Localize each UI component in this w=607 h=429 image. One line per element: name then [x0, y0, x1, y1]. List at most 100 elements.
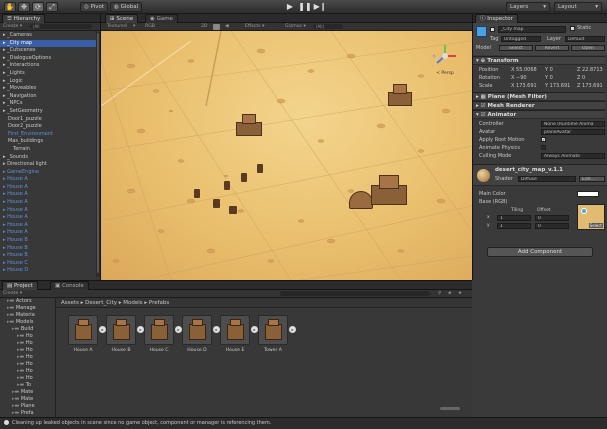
hierarchy-scrollbar[interactable] — [96, 32, 100, 277]
folder-item[interactable]: ▸▬ Ho — [0, 333, 55, 340]
prefab-asset[interactable]: ▸ House D — [182, 315, 220, 353]
hierarchy-item[interactable]: ▸ _City map — [0, 39, 100, 48]
hierarchy-item[interactable]: ▸ House B — [0, 245, 100, 253]
folder-item[interactable]: ▸▬ Mate — [0, 389, 55, 396]
filter-type-icon[interactable]: ⚲ — [438, 290, 441, 297]
hierarchy-item[interactable]: ▸ GameEngine — [0, 169, 100, 177]
pillar[interactable] — [257, 164, 263, 173]
transform-header[interactable]: ▾ ⊕ Transform — [473, 56, 605, 65]
model-revert-button[interactable]: Revert — [535, 45, 569, 51]
pillar[interactable] — [224, 181, 230, 190]
folder-item[interactable]: ▸▬ Ho — [0, 368, 55, 375]
hierarchy-item[interactable]: ▸ _Interactions — [0, 62, 100, 70]
pillar[interactable] — [229, 206, 237, 214]
expand-prefab-icon[interactable]: ▸ — [213, 326, 220, 333]
rotation-y[interactable]: Y 0 — [545, 74, 553, 82]
pillar[interactable] — [213, 199, 220, 208]
prefab-asset[interactable]: ▸ House E — [220, 315, 258, 353]
lighting-toggle-icon[interactable] — [213, 24, 220, 30]
breadcrumb[interactable]: Assets ▸ Desert_City ▸ Models ▸ Prefabs — [56, 298, 472, 308]
folder-item[interactable]: ▸▬ Models — [0, 319, 55, 326]
folder-item[interactable]: ▸▬ Mate — [0, 396, 55, 403]
favorite-star-icon[interactable]: ★ — [458, 290, 462, 297]
material-header[interactable]: desert_city_map_v.1.1 Shader Diffuse Edi… — [473, 164, 607, 186]
hierarchy-item[interactable]: Terrain — [0, 146, 100, 154]
scene-search-input[interactable]: (All) — [313, 24, 343, 29]
scale-z[interactable]: Z 173.691 — [577, 82, 603, 90]
move-tool-icon[interactable]: ✥ — [18, 2, 30, 12]
prefab-asset[interactable]: ▸ House C — [144, 315, 182, 353]
status-bar[interactable]: Cleaning up leaked objects in scene sinc… — [0, 417, 607, 429]
dome-building[interactable] — [349, 185, 373, 209]
tab-console[interactable]: ▣ Console — [50, 281, 89, 290]
tab-hierarchy[interactable]: ☰ Hierarchy — [2, 14, 46, 23]
hierarchy-item[interactable]: ▸ House A — [0, 214, 100, 222]
hierarchy-item[interactable]: ▸ House A — [0, 229, 100, 237]
tab-scene[interactable]: ⊞ Scene — [105, 14, 139, 23]
mesh-filter-header[interactable]: ▸ ▦ Plane (Mesh Filter) — [473, 92, 605, 101]
object-name-field[interactable]: _City map — [498, 26, 566, 33]
hierarchy-item[interactable]: Door1_puzzle — [0, 116, 100, 124]
hierarchy-item[interactable]: ▸ Directional light — [0, 161, 100, 169]
tiling-x-field[interactable]: 1 — [497, 215, 531, 221]
pivot-toggle[interactable]: ◎ Pivot — [80, 2, 109, 12]
hierarchy-item[interactable]: ▸ _DialogueOptions — [0, 55, 100, 63]
scale-tool-icon[interactable]: ⤢ — [46, 2, 58, 12]
hierarchy-create-button[interactable]: Create ▾ — [3, 24, 22, 29]
layout-dropdown[interactable]: Layout ▾ — [554, 2, 602, 12]
hand-tool-icon[interactable]: ✋ — [4, 2, 16, 12]
expand-prefab-icon[interactable]: ▸ — [289, 326, 296, 333]
expand-prefab-icon[interactable]: ▸ — [251, 326, 258, 333]
shader-dropdown[interactable]: Diffuse — [518, 176, 576, 182]
2d-toggle[interactable]: 2D — [201, 23, 207, 30]
hierarchy-item[interactable]: ▸ House B — [0, 237, 100, 245]
play-button[interactable]: ▶ — [283, 1, 297, 13]
audio-toggle-icon[interactable]: ◀ — [225, 23, 229, 30]
filter-label-icon[interactable]: ◈ — [448, 290, 452, 297]
base-texture-thumbnail[interactable]: Select — [577, 204, 605, 230]
animate-physics-checkbox[interactable] — [541, 145, 546, 150]
hierarchy-item[interactable]: ▸ _Cutscenes — [0, 47, 100, 55]
thumbnail-size-slider[interactable] — [440, 407, 460, 410]
house-building[interactable] — [236, 114, 262, 136]
offset-y-field[interactable]: 0 — [535, 223, 569, 229]
tab-project[interactable]: ▤ Project — [2, 281, 38, 290]
hierarchy-item[interactable]: ▸ House A — [0, 176, 100, 184]
position-x[interactable]: X 55.0068 — [511, 66, 537, 74]
layers-dropdown[interactable]: Layers ▾ — [506, 2, 550, 12]
hierarchy-item[interactable]: Door2_puzzle — [0, 123, 100, 131]
tag-dropdown[interactable]: Untagged — [501, 36, 541, 42]
hierarchy-item[interactable]: ▸ _NPCs — [0, 100, 100, 108]
prefab-asset[interactable]: ▸ House B — [106, 315, 144, 353]
hierarchy-item[interactable]: ▸ House B — [0, 252, 100, 260]
layer-dropdown[interactable]: Default — [565, 36, 605, 42]
animator-header[interactable]: ▾ ☑ Animator — [473, 110, 605, 119]
active-checkbox[interactable] — [490, 27, 495, 32]
project-create-button[interactable]: Create ▾ — [3, 291, 22, 296]
scale-x[interactable]: X 173.691 — [511, 82, 537, 90]
offset-x-field[interactable]: 0 — [535, 215, 569, 221]
pillar[interactable] — [194, 189, 200, 198]
scene-viewport[interactable]: < Persp — [101, 31, 472, 280]
scale-y[interactable]: Y 173.691 — [545, 82, 570, 90]
texture-select-label[interactable]: Select — [588, 223, 603, 228]
hierarchy-item[interactable]: ▸ _Logic — [0, 78, 100, 86]
model-select-button[interactable]: Select — [499, 45, 533, 51]
mesh-renderer-header[interactable]: ▸ ☑ Mesh Renderer — [473, 101, 605, 110]
house-building[interactable] — [388, 84, 412, 106]
hierarchy-search-input[interactable]: (All — [30, 24, 92, 29]
main-color-swatch[interactable] — [577, 191, 599, 197]
hierarchy-item[interactable]: ▸ _SetGeometry — [0, 108, 100, 116]
hierarchy-item[interactable]: Mas_buildings — [0, 138, 100, 146]
folder-item[interactable]: ▸▬ Ho — [0, 347, 55, 354]
hierarchy-item[interactable]: ▸ _Moveables — [0, 85, 100, 93]
tower-building[interactable] — [371, 175, 407, 205]
hierarchy-item[interactable]: ▸ House A — [0, 184, 100, 192]
hierarchy-item[interactable]: ▸ _Cameras — [0, 32, 100, 40]
tab-game[interactable]: ◉ Game — [145, 14, 178, 23]
hierarchy-item[interactable]: ▸ House D — [0, 267, 100, 275]
prefab-asset[interactable]: ▸ House A — [68, 315, 106, 353]
hierarchy-item[interactable]: ▸ House C — [0, 260, 100, 268]
controller-field[interactable]: None (Runtime Anima — [541, 121, 605, 127]
hierarchy-item[interactable]: ▸ House A — [0, 199, 100, 207]
